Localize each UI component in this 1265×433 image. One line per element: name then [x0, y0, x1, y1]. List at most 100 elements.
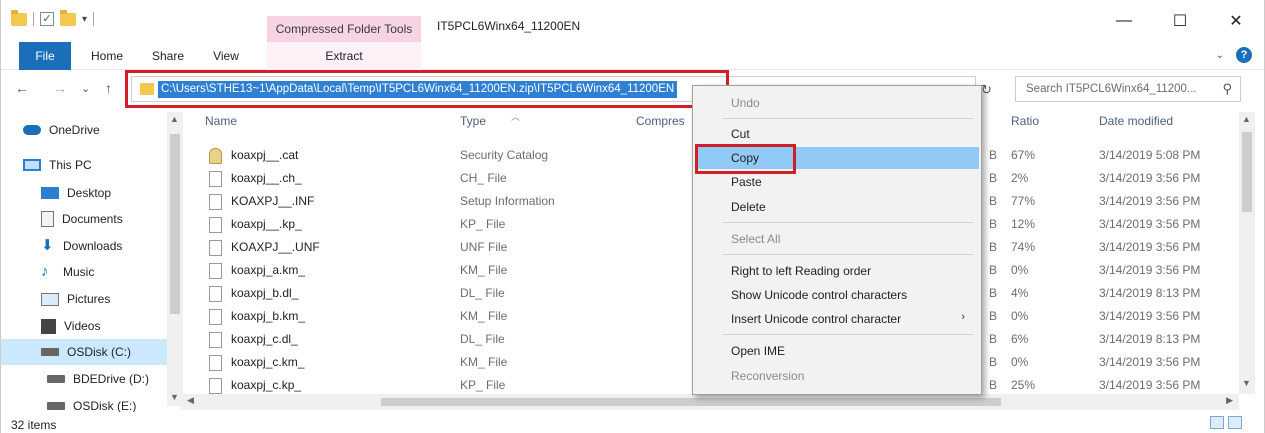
- tab-home[interactable]: Home: [83, 42, 131, 70]
- up-arrow-icon[interactable]: ↑: [105, 80, 112, 96]
- menu-item-delete[interactable]: Delete: [695, 196, 979, 218]
- scroll-left-icon[interactable]: ◀: [187, 395, 194, 406]
- item-count: 32 items: [11, 418, 57, 432]
- file-name: koaxpj__.cat: [231, 148, 299, 162]
- help-icon[interactable]: ?: [1236, 47, 1252, 63]
- drive-icon: [47, 375, 65, 383]
- scroll-up-icon[interactable]: ▲: [170, 114, 179, 124]
- divider: [33, 12, 34, 26]
- scroll-right-icon[interactable]: ▶: [1226, 395, 1233, 406]
- view-toggle: [1210, 416, 1242, 429]
- menu-item-open-ime[interactable]: Open IME: [695, 340, 979, 362]
- column-header-ratio[interactable]: Ratio: [1011, 114, 1039, 128]
- nav-item-label: Documents: [62, 212, 123, 226]
- navigation-pane: OneDrive This PC Desktop Documents ⬇ Dow…: [1, 110, 181, 413]
- file-type: KM_ File: [460, 355, 508, 369]
- file-name: koaxpj_b.dl_: [231, 286, 299, 300]
- file-icon: [209, 171, 222, 187]
- tab-file[interactable]: File: [19, 42, 71, 70]
- file-size-fragment: B: [989, 148, 998, 162]
- menu-item-paste[interactable]: Paste: [695, 171, 979, 193]
- nav-item-osdisk-c[interactable]: OSDisk (C:): [1, 339, 167, 365]
- column-header-date-modified[interactable]: Date modified: [1099, 114, 1173, 128]
- details-view-icon[interactable]: [1210, 416, 1224, 429]
- horizontal-scrollbar[interactable]: ◀ ▶: [181, 394, 1239, 410]
- close-button[interactable]: ✕: [1208, 0, 1264, 42]
- file-type: KM_ File: [460, 263, 508, 277]
- nav-pane-scrollbar[interactable]: ▲ ▼: [167, 112, 183, 406]
- file-name: KOAXPJ__.INF: [231, 194, 315, 208]
- nav-item-label: Downloads: [63, 239, 123, 253]
- menu-item-undo[interactable]: Undo: [695, 92, 979, 114]
- refresh-icon[interactable]: ↻: [981, 82, 992, 98]
- pictures-icon: [41, 292, 59, 306]
- file-date: 3/14/2019 3:56 PM: [1099, 217, 1201, 231]
- file-name: koaxpj_c.km_: [231, 355, 305, 369]
- menu-item-reconversion[interactable]: Reconversion: [695, 365, 979, 387]
- scrollbar-thumb[interactable]: [170, 134, 180, 314]
- customize-qat-chevron-icon[interactable]: ▾: [82, 14, 87, 25]
- file-date: 3/14/2019 3:56 PM: [1099, 309, 1201, 323]
- file-date: 3/14/2019 3:56 PM: [1099, 171, 1201, 185]
- nav-item-bdedrive-d[interactable]: BDEDrive (D:): [47, 366, 167, 392]
- file-date: 3/14/2019 3:56 PM: [1099, 240, 1201, 254]
- minimize-button[interactable]: —: [1096, 0, 1152, 42]
- tab-share[interactable]: Share: [143, 42, 193, 70]
- menu-item-label: Paste: [731, 175, 762, 189]
- scroll-up-icon[interactable]: ▲: [1242, 114, 1251, 124]
- expand-ribbon-chevron-icon[interactable]: ⌄: [1216, 50, 1224, 61]
- column-header-name[interactable]: Name: [205, 114, 237, 128]
- file-size-fragment: B: [989, 194, 998, 208]
- file-date: 3/14/2019 3:56 PM: [1099, 194, 1201, 208]
- nav-item-this-pc[interactable]: This PC: [23, 152, 188, 178]
- maximize-button[interactable]: ☐: [1152, 0, 1208, 42]
- file-size-fragment: B: [989, 263, 998, 277]
- search-box[interactable]: Search IT5PCL6Winx64_11200... ⚲: [1015, 76, 1241, 102]
- forward-arrow-icon[interactable]: →: [53, 80, 67, 96]
- file-date: 3/14/2019 3:56 PM: [1099, 355, 1201, 369]
- file-date: 3/14/2019 5:08 PM: [1099, 148, 1201, 162]
- large-icons-view-icon[interactable]: [1228, 416, 1242, 429]
- menu-item-insert-unicode[interactable]: Insert Unicode control character ›: [695, 308, 979, 330]
- menu-item-label: Reconversion: [731, 369, 805, 383]
- menu-separator: [723, 118, 973, 119]
- file-size-fragment: B: [989, 286, 998, 300]
- file-ratio: 25%: [1011, 378, 1036, 392]
- nav-item-label: OSDisk (C:): [67, 345, 131, 359]
- tab-extract[interactable]: Extract: [267, 42, 421, 70]
- file-size-fragment: B: [989, 332, 998, 346]
- back-arrow-icon[interactable]: ←: [15, 80, 29, 96]
- scrollbar-thumb[interactable]: [381, 398, 1001, 406]
- nav-item-onedrive[interactable]: OneDrive: [23, 117, 188, 143]
- menu-item-cut[interactable]: Cut: [695, 123, 979, 145]
- menu-item-label: Select All: [731, 232, 781, 246]
- compressed-folder-tools-header: Compressed Folder Tools: [267, 16, 421, 42]
- nav-item-label: OneDrive: [49, 123, 100, 137]
- nav-item-label: Pictures: [67, 292, 111, 306]
- file-type: KP_ File: [460, 217, 506, 231]
- sort-ascending-icon: ︿: [511, 112, 521, 122]
- recent-locations-chevron-icon[interactable]: ⌄: [81, 82, 90, 95]
- status-bar: 32 items: [1, 412, 1264, 433]
- scroll-down-icon[interactable]: ▼: [1242, 378, 1251, 388]
- file-size-fragment: B: [989, 240, 998, 254]
- column-header-compressed-size[interactable]: Compres: [636, 114, 685, 128]
- scroll-down-icon[interactable]: ▼: [170, 392, 179, 402]
- search-input[interactable]: Search IT5PCL6Winx64_11200...: [1026, 83, 1196, 95]
- tab-view[interactable]: View: [205, 42, 247, 70]
- menu-separator: [723, 222, 973, 223]
- menu-item-select-all[interactable]: Select All: [695, 228, 979, 250]
- menu-item-right-to-left[interactable]: Right to left Reading order: [695, 260, 979, 282]
- file-date: 3/14/2019 8:13 PM: [1099, 332, 1201, 346]
- file-ratio: 77%: [1011, 194, 1036, 208]
- file-list-scrollbar[interactable]: ▲ ▼: [1239, 112, 1255, 394]
- properties-check-icon[interactable]: ✓: [40, 12, 54, 26]
- menu-item-label: Open IME: [731, 344, 786, 358]
- column-header-type[interactable]: Type: [460, 114, 486, 128]
- menu-item-show-unicode[interactable]: Show Unicode control characters: [695, 284, 979, 306]
- nav-item-label: Desktop: [67, 186, 112, 200]
- scrollbar-thumb[interactable]: [1242, 132, 1252, 212]
- new-folder-icon[interactable]: [60, 9, 76, 26]
- file-name: KOAXPJ__.UNF: [231, 240, 320, 254]
- search-icon[interactable]: ⚲: [1222, 81, 1232, 97]
